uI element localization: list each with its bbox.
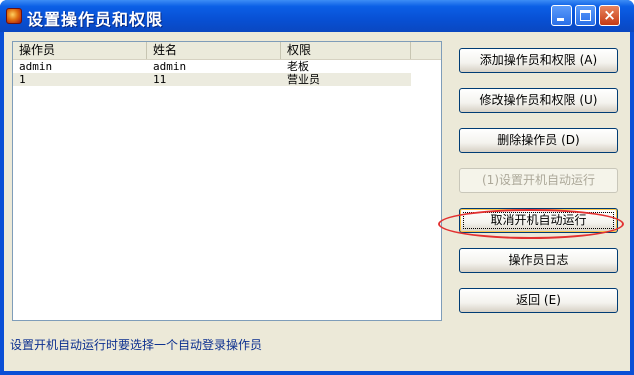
status-hint: 设置开机自动运行时要选择一个自动登录操作员 bbox=[10, 338, 263, 352]
maximize-button[interactable] bbox=[575, 5, 596, 26]
operator-log-button[interactable]: 操作员日志 bbox=[459, 248, 618, 273]
cell-permission: 老板 bbox=[287, 60, 309, 73]
dialog-body: 操作员 姓名 权限 admin admin 老板 1 11 营业员 添加操作员和… bbox=[4, 32, 630, 371]
column-header-filler bbox=[411, 42, 441, 59]
highlight-annotation bbox=[438, 209, 624, 239]
dialog-window: 设置操作员和权限 × 操作员 姓名 权限 admin admin 老板 1 11… bbox=[0, 0, 634, 375]
title-bar[interactable]: 设置操作员和权限 × bbox=[0, 0, 634, 32]
close-icon: × bbox=[603, 6, 616, 24]
table-row[interactable]: admin admin 老板 bbox=[13, 60, 411, 73]
back-button[interactable]: 返回 (E) bbox=[459, 288, 618, 313]
list-header: 操作员 姓名 权限 bbox=[13, 42, 441, 60]
add-operator-button[interactable]: 添加操作员和权限 (A) bbox=[459, 48, 618, 73]
window-title: 设置操作员和权限 bbox=[27, 10, 164, 29]
column-header-permission[interactable]: 权限 bbox=[281, 42, 411, 59]
delete-operator-button[interactable]: 删除操作员 (D) bbox=[459, 128, 618, 153]
cell-permission: 营业员 bbox=[287, 73, 320, 86]
column-header-name[interactable]: 姓名 bbox=[147, 42, 281, 59]
cell-operator: 1 bbox=[19, 73, 26, 86]
cell-name: 11 bbox=[153, 73, 167, 86]
cell-operator: admin bbox=[19, 60, 53, 73]
maximize-icon bbox=[580, 10, 591, 21]
app-icon bbox=[6, 8, 22, 24]
minimize-icon bbox=[557, 18, 564, 21]
cell-name: admin bbox=[153, 60, 187, 73]
close-button[interactable]: × bbox=[599, 5, 620, 26]
column-header-operator[interactable]: 操作员 bbox=[13, 42, 147, 59]
minimize-button[interactable] bbox=[551, 5, 572, 26]
modify-operator-button[interactable]: 修改操作员和权限 (U) bbox=[459, 88, 618, 113]
operator-list[interactable]: 操作员 姓名 权限 admin admin 老板 1 11 营业员 bbox=[12, 41, 442, 321]
table-row[interactable]: 1 11 营业员 bbox=[13, 73, 411, 86]
set-autorun-button[interactable]: (1)设置开机自动运行 bbox=[459, 168, 618, 193]
